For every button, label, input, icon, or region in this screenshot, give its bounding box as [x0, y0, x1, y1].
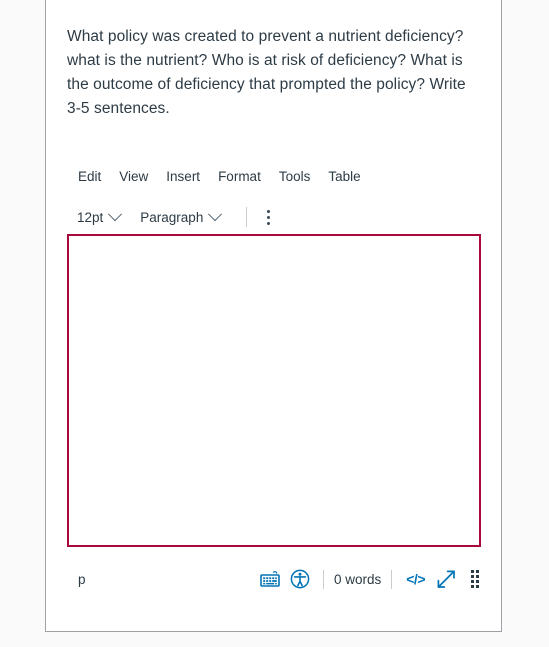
dot-icon	[266, 215, 270, 219]
font-size-select[interactable]: 12pt	[67, 207, 130, 227]
dot-icon	[476, 575, 479, 578]
rce-statusbar: p 0 words </>	[67, 564, 481, 594]
rce-menubar: Edit View Insert Format Tools Table	[67, 167, 370, 186]
dot-icon	[471, 575, 474, 578]
question-prompt-text: What policy was created to prevent a nut…	[67, 28, 466, 117]
toolbar-divider	[246, 207, 248, 227]
dot-icon	[476, 580, 479, 583]
dot-icon	[266, 221, 270, 225]
menu-item-edit[interactable]: Edit	[67, 167, 110, 186]
rich-content-editor-body[interactable]	[67, 234, 481, 547]
fullscreen-button[interactable]	[431, 566, 461, 592]
dot-icon	[476, 570, 479, 573]
menu-item-table[interactable]: Table	[319, 167, 369, 186]
html-editor-button[interactable]: </>	[400, 571, 431, 587]
statusbar-divider	[391, 569, 393, 589]
font-size-value: 12pt	[77, 209, 104, 225]
accessibility-icon	[290, 569, 310, 589]
resize-handle[interactable]	[471, 570, 479, 588]
menu-item-insert[interactable]: Insert	[157, 167, 209, 186]
statusbar-divider	[322, 569, 324, 589]
menu-item-format[interactable]: Format	[209, 167, 270, 186]
keyboard-shortcuts-button[interactable]	[255, 566, 285, 592]
chevron-down-icon	[208, 207, 223, 222]
dot-icon	[471, 580, 474, 583]
page-background: What policy was created to prevent a nut…	[0, 0, 549, 647]
menu-item-tools[interactable]: Tools	[270, 167, 320, 186]
expand-arrows-icon	[437, 570, 455, 588]
element-path-breadcrumb[interactable]: p	[67, 572, 86, 587]
word-count-label[interactable]: 0 words	[332, 572, 383, 587]
keyboard-icon	[260, 571, 280, 587]
more-options-button[interactable]	[259, 209, 277, 225]
dot-icon	[266, 209, 270, 213]
statusbar-actions: 0 words </>	[255, 566, 481, 592]
menu-item-view[interactable]: View	[110, 167, 157, 186]
block-format-value: Paragraph	[140, 209, 204, 225]
dot-icon	[471, 585, 474, 588]
dot-icon	[471, 570, 474, 573]
dot-icon	[476, 585, 479, 588]
quiz-question-card: What policy was created to prevent a nut…	[45, 0, 502, 632]
chevron-down-icon	[108, 207, 123, 222]
accessibility-checker-button[interactable]	[285, 566, 315, 592]
block-format-select[interactable]: Paragraph	[130, 207, 230, 227]
rce-toolbar: 12pt Paragraph	[67, 204, 277, 230]
